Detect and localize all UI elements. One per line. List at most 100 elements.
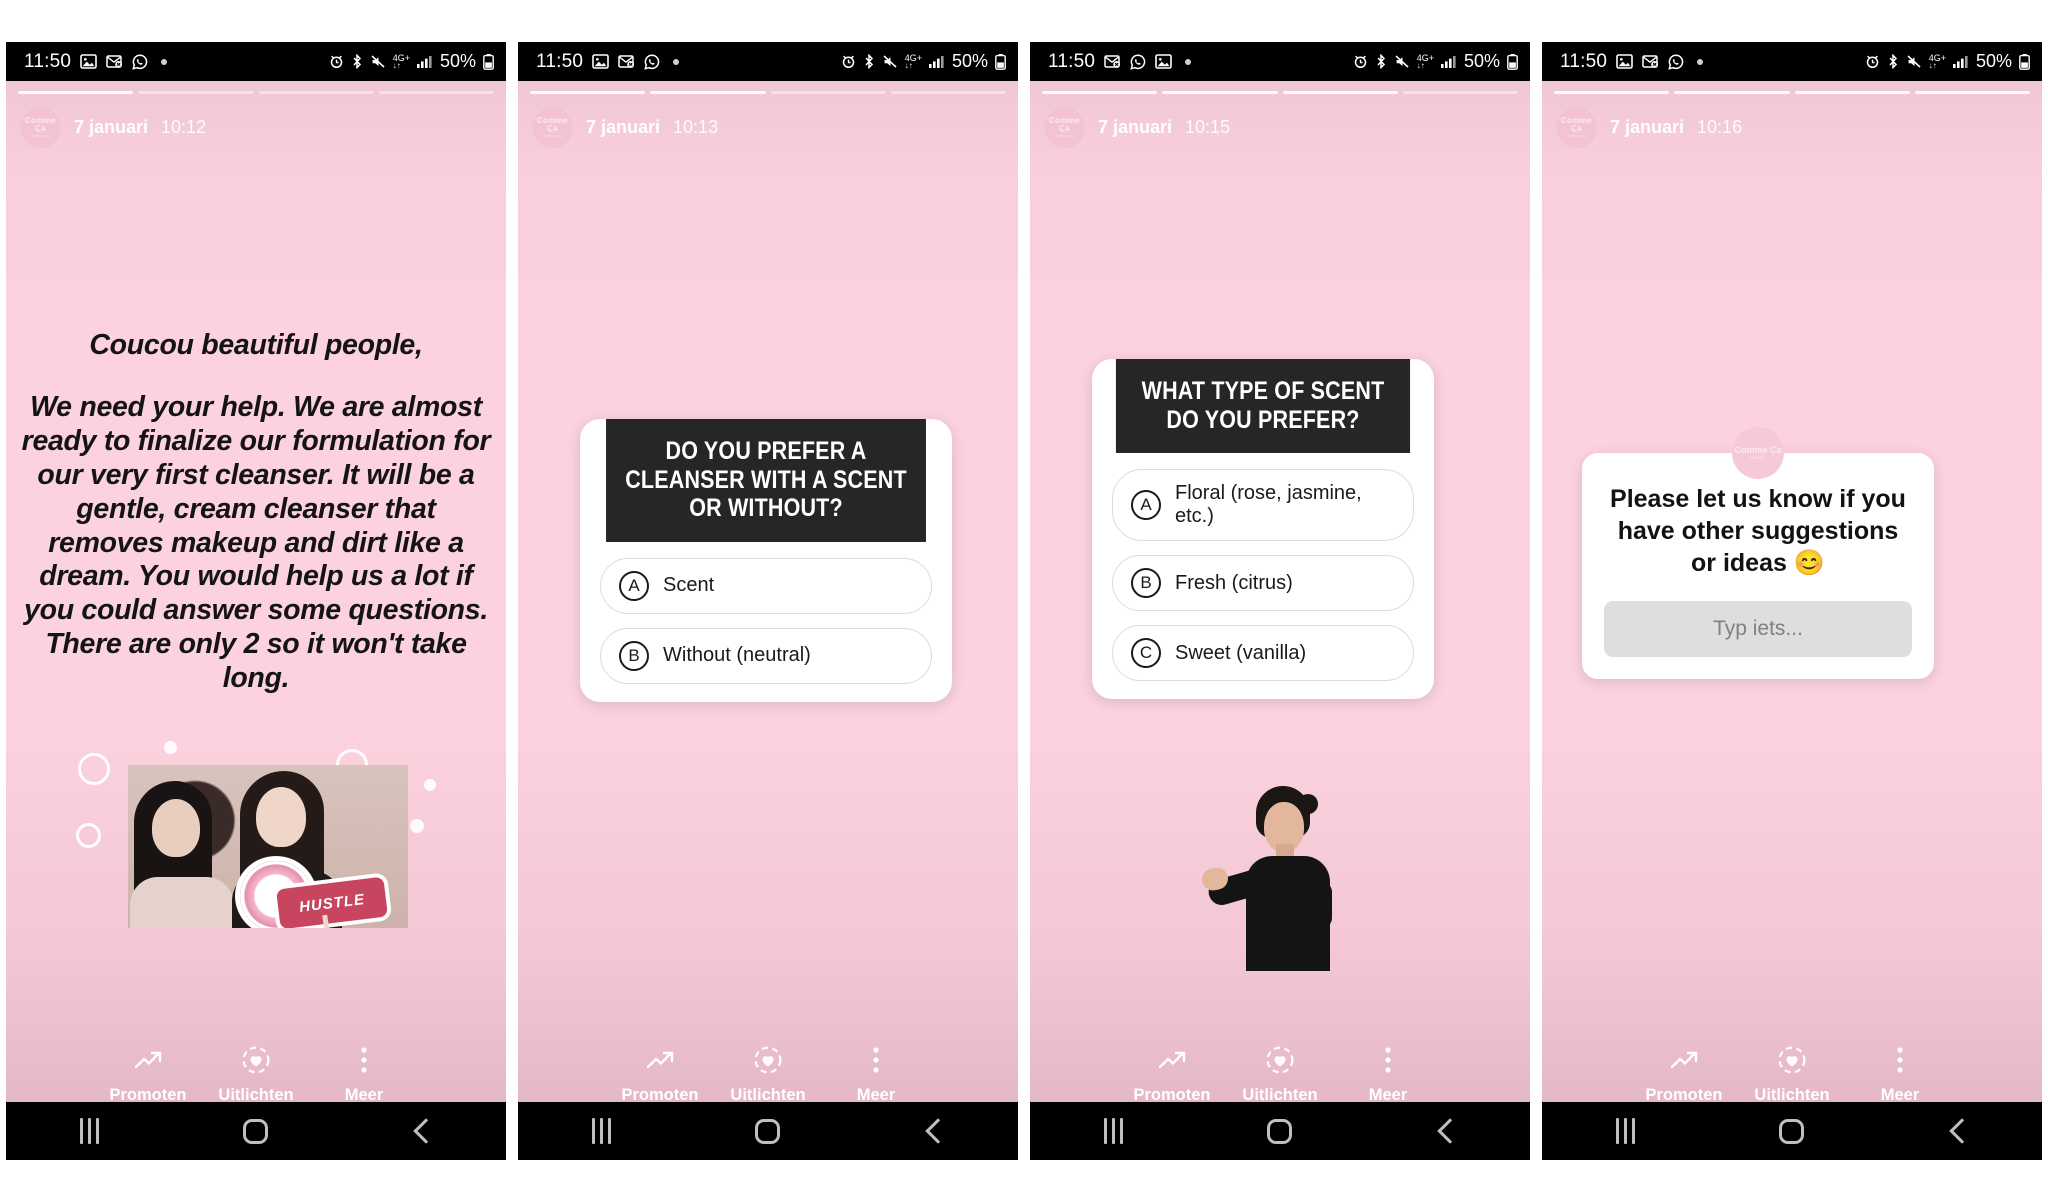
quiz-option-b[interactable]: B Fresh (citrus)	[1112, 555, 1414, 611]
quiz-option-a[interactable]: A Scent	[600, 557, 932, 614]
network-icon: 4G+ ↓↑	[904, 52, 922, 70]
home-button[interactable]	[1232, 1102, 1328, 1160]
home-icon	[243, 1118, 269, 1144]
option-label: Without (neutral)	[663, 644, 811, 666]
highlight-button[interactable]: Uitlichten	[714, 1044, 822, 1105]
more-button[interactable]: Meer	[1334, 1044, 1442, 1105]
quiz-options: A Scent B Without (neutral)	[580, 542, 952, 702]
avatar[interactable]: Comme Ça skincare	[20, 107, 61, 148]
phone-panel-3: 11:50 4G+ ↓↑ 50% Comme Ça skincare 7 jan…	[1024, 0, 1536, 1200]
home-button[interactable]	[1744, 1102, 1840, 1160]
quiz-option-b[interactable]: B Without (neutral)	[600, 627, 932, 684]
story-header-3[interactable]: Comme Ça skincare 7 januari 10:15	[1044, 107, 1230, 148]
bluetooth-icon	[863, 54, 875, 69]
quiz-sticker-2[interactable]: Do you prefer a cleanser with a scent or…	[580, 419, 952, 702]
story-progress-3[interactable]	[1042, 91, 1518, 94]
progress-segment	[18, 91, 134, 94]
recent-apps-icon	[1103, 1118, 1123, 1144]
recent-apps-button[interactable]	[41, 1102, 137, 1160]
bluetooth-icon	[351, 54, 363, 69]
mute-icon	[1906, 54, 1922, 69]
progress-segment	[1402, 91, 1518, 94]
status-time: 11:50	[24, 50, 72, 72]
promote-button[interactable]: Promoten	[606, 1044, 714, 1105]
story-progress-2[interactable]	[530, 91, 1006, 94]
avatar[interactable]: Comme Ça skincare	[1044, 107, 1085, 148]
bubble-decoration	[76, 823, 101, 848]
android-nav-bar-4	[1542, 1102, 2042, 1160]
photos-icon	[1155, 54, 1172, 69]
progress-segment	[650, 91, 766, 94]
trending-up-icon	[1157, 1044, 1187, 1076]
story-header-4[interactable]: Comme Ça skincare 7 januari 10:16	[1556, 107, 1742, 148]
recent-apps-button[interactable]	[1577, 1102, 1673, 1160]
quiz-options: A Floral (rose, jasmine, etc.) B Fresh (…	[1092, 453, 1434, 699]
story-canvas-3: Comme Ça skincare 7 januari 10:15 What t…	[1030, 81, 1530, 1123]
trending-up-icon	[645, 1044, 675, 1076]
more-button[interactable]: Meer	[310, 1044, 418, 1105]
home-button[interactable]	[720, 1102, 816, 1160]
signal-icon	[1440, 55, 1456, 68]
recent-apps-button[interactable]	[1065, 1102, 1161, 1160]
bluetooth-icon	[1375, 54, 1387, 69]
signal-icon	[1952, 55, 1968, 68]
highlight-heart-icon	[1265, 1044, 1295, 1076]
status-bar-right: 4G+ ↓↑ 50%	[1865, 51, 2030, 72]
dot-icon	[1185, 58, 1192, 65]
network-icon: 4G+ ↓↑	[1928, 52, 1946, 70]
photos-icon	[592, 54, 609, 69]
alarm-icon	[1353, 54, 1368, 69]
back-button[interactable]	[1399, 1102, 1495, 1160]
answer-input[interactable]: Typ iets...	[1604, 601, 1912, 657]
question-sticker[interactable]: Comme Ça skincare Please let us know if …	[1582, 427, 1934, 679]
more-button[interactable]: Meer	[822, 1044, 930, 1105]
quiz-question: Do you prefer a cleanser with a scent or…	[606, 419, 926, 542]
dot-icon	[673, 58, 680, 65]
story-canvas-1: Comme Ça skincare 7 januari 10:12 Coucou…	[6, 81, 506, 1123]
photo-image: HUSTLE	[128, 765, 408, 928]
quiz-sticker-3[interactable]: What type of scent do you prefer? A Flor…	[1092, 359, 1434, 699]
network-icon: 4G+ ↓↑	[1416, 52, 1434, 70]
dot-icon	[1697, 58, 1704, 65]
promote-button[interactable]: Promoten	[1118, 1044, 1226, 1105]
avatar[interactable]: Comme Ça skincare	[532, 107, 573, 148]
recent-apps-button[interactable]	[553, 1102, 649, 1160]
story-canvas-2: Comme Ça skincare 7 januari 10:13 Do you…	[518, 81, 1018, 1123]
highlight-button[interactable]: Uitlichten	[202, 1044, 310, 1105]
option-letter: C	[1131, 638, 1161, 668]
back-button[interactable]	[887, 1102, 983, 1160]
battery-icon	[483, 53, 494, 70]
whatsapp-icon	[644, 53, 660, 70]
more-dots-icon	[1896, 1044, 1904, 1076]
highlight-button[interactable]: Uitlichten	[1738, 1044, 1846, 1105]
highlight-button[interactable]: Uitlichten	[1226, 1044, 1334, 1105]
story-header-2[interactable]: Comme Ça skincare 7 januari 10:13	[532, 107, 718, 148]
highlight-heart-icon	[1777, 1044, 1807, 1076]
story-progress-4[interactable]	[1554, 91, 2030, 94]
promote-button[interactable]: Promoten	[94, 1044, 202, 1105]
quiz-option-a[interactable]: A Floral (rose, jasmine, etc.)	[1112, 469, 1414, 541]
avatar-brand-line2: skincare	[1749, 455, 1767, 460]
avatar-brand-line2: skincare	[543, 133, 562, 138]
status-bar-right: 4G+ ↓↑ 50%	[1353, 51, 1518, 72]
story-header-1[interactable]: Comme Ça skincare 7 januari 10:12	[20, 107, 206, 148]
phone-panel-2: 11:50 4G+ ↓↑ 50% Comme Ça skincare 7 jan…	[512, 0, 1024, 1200]
story-canvas-4: Comme Ça skincare 7 januari 10:16 Comme …	[1542, 81, 2042, 1123]
promote-button[interactable]: Promoten	[1630, 1044, 1738, 1105]
story-date: 7 januari	[1098, 117, 1173, 137]
story-date: 7 januari	[1610, 117, 1685, 137]
battery-percent: 50%	[1463, 51, 1500, 71]
status-time: 11:50	[536, 50, 584, 72]
quiz-option-c[interactable]: C Sweet (vanilla)	[1112, 625, 1414, 681]
progress-segment	[378, 91, 494, 94]
home-icon	[755, 1118, 781, 1144]
phone-screen-1: 11:50 4G+ ↓↑ 50% Comme Ça skincare 7 jan…	[6, 42, 506, 1160]
back-button[interactable]	[1911, 1102, 2007, 1160]
progress-segment	[1554, 91, 1670, 94]
avatar[interactable]: Comme Ça skincare	[1556, 107, 1597, 148]
story-progress-1[interactable]	[18, 91, 494, 94]
back-button[interactable]	[375, 1102, 471, 1160]
home-button[interactable]	[208, 1102, 304, 1160]
status-bar-left: 11:50	[536, 51, 841, 73]
more-button[interactable]: Meer	[1846, 1044, 1954, 1105]
